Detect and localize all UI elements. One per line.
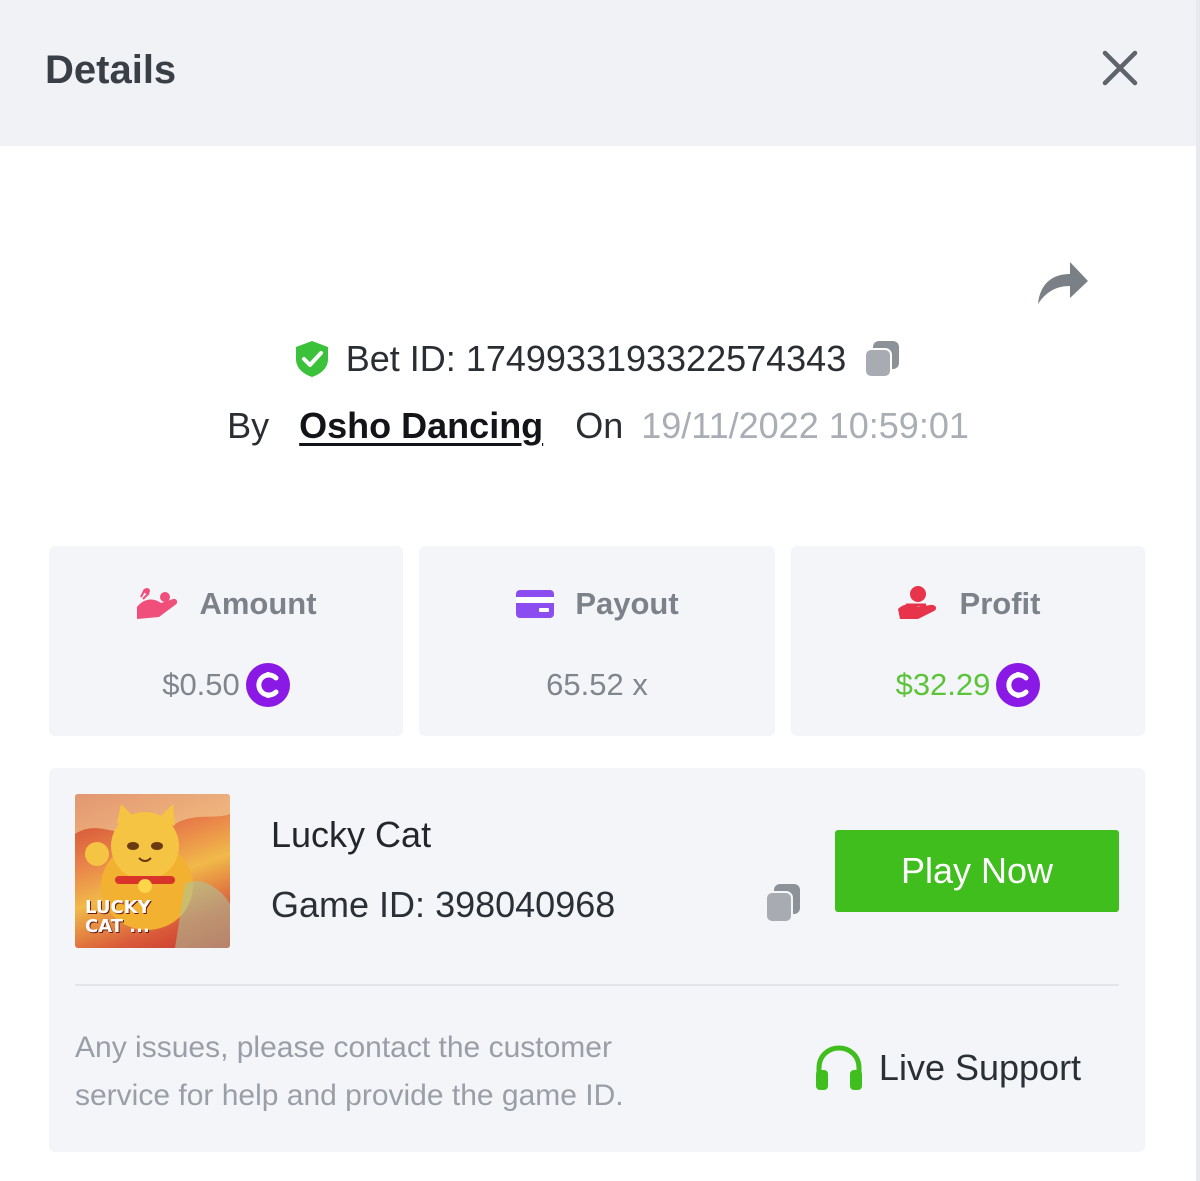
card-icon bbox=[516, 590, 555, 618]
bet-id-value: 1749933193322574343 bbox=[465, 338, 847, 379]
shield-check-icon bbox=[295, 341, 328, 377]
payout-label: Payout bbox=[575, 586, 679, 621]
live-support-button[interactable]: Live Support bbox=[777, 1020, 1117, 1116]
amount-card: Amount $0.50 bbox=[49, 546, 403, 736]
by-label: By bbox=[227, 405, 270, 446]
game-panel: LUCKY CAT ... Lucky Cat Game ID: 39804096… bbox=[49, 768, 1145, 1152]
support-notice: Any issues, please contact the customer … bbox=[75, 1031, 624, 1112]
game-thumbnail[interactable]: LUCKY CAT ... bbox=[75, 794, 230, 948]
share-icon bbox=[1038, 262, 1088, 304]
profit-card: Profit $32.29 bbox=[791, 546, 1145, 736]
coin-icon bbox=[996, 663, 1041, 707]
details-header: Details bbox=[0, 0, 1196, 146]
divider bbox=[75, 984, 1119, 986]
game-id-value: 398040968 bbox=[435, 884, 616, 925]
amount-label: Amount bbox=[199, 586, 317, 621]
headset-icon bbox=[815, 1045, 862, 1090]
game-name: Lucky Cat bbox=[271, 814, 432, 855]
money-hand-icon bbox=[137, 588, 178, 619]
close-icon bbox=[1102, 50, 1138, 86]
game-id: Game ID: 398040968 bbox=[271, 884, 616, 925]
on-label: On bbox=[575, 405, 624, 446]
profit-hand-icon bbox=[897, 586, 936, 619]
bet-id-row: Bet ID: 1749933193322574343 bbox=[0, 334, 1196, 384]
bet-meta-row: By Osho Dancing On 19/11/2022 10:59:01 bbox=[0, 402, 1196, 450]
profit-label: Profit bbox=[959, 586, 1041, 621]
scrollbar-track bbox=[1196, 0, 1200, 1181]
thumbnail-caption: LUCKY CAT ... bbox=[85, 897, 151, 937]
copy-game-id-icon[interactable] bbox=[761, 880, 805, 926]
coin-icon bbox=[245, 663, 290, 707]
bettor-username-link[interactable]: Osho Dancing bbox=[299, 405, 543, 447]
details-title: Details bbox=[45, 48, 177, 92]
profit-value: $32.29 bbox=[895, 667, 991, 702]
bet-id-label: Bet ID: 1749933193322574343 bbox=[345, 338, 847, 379]
payout-value: 65.52 x bbox=[546, 667, 648, 702]
play-now-button[interactable]: Play Now bbox=[835, 830, 1119, 912]
bet-datetime: 19/11/2022 10:59:01 bbox=[641, 405, 969, 446]
payout-card: Payout 65.52 x bbox=[419, 546, 775, 736]
amount-value: $0.50 bbox=[162, 667, 240, 702]
close-button[interactable] bbox=[1098, 46, 1142, 90]
share-button[interactable] bbox=[1032, 254, 1092, 308]
copy-bet-id-icon[interactable] bbox=[860, 337, 904, 381]
live-support-label: Live Support bbox=[878, 1047, 1082, 1088]
